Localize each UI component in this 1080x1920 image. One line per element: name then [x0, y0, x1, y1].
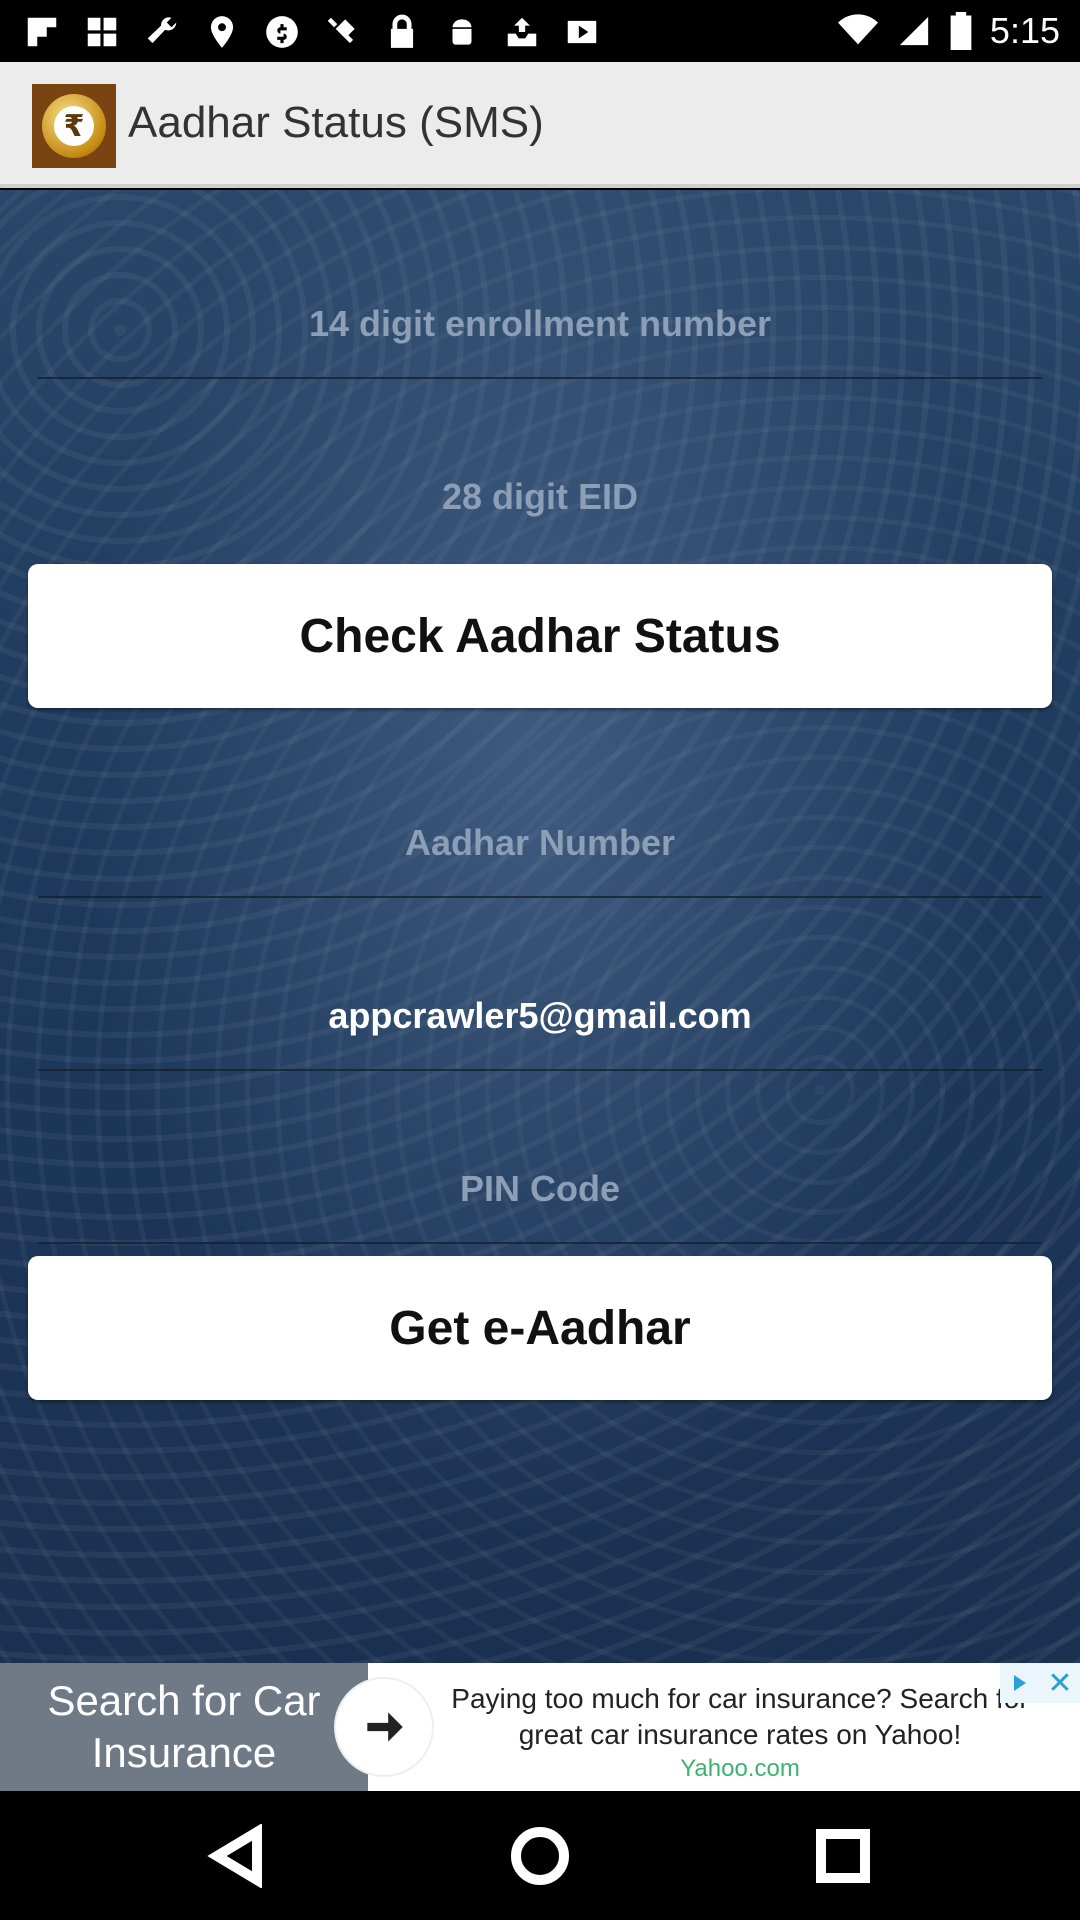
aadhar-number-placeholder: Aadhar Number: [404, 822, 676, 863]
aadhar-number-field[interactable]: Aadhar Number: [38, 788, 1042, 898]
inbox-tray-icon: [502, 12, 542, 52]
circle-dollar-icon: [262, 12, 302, 52]
signal-icon: [899, 16, 929, 46]
pin-code-field[interactable]: PIN Code: [38, 1134, 1042, 1244]
close-icon[interactable]: ✕: [1040, 1663, 1080, 1703]
ad-banner[interactable]: Search for Car Insurance Paying too much…: [0, 1663, 1080, 1791]
main-form: 14 digit enrollment number 28 digit EID …: [0, 190, 1080, 1663]
battery-icon: [950, 12, 972, 50]
pin-code-placeholder: PIN Code: [459, 1168, 620, 1209]
play-store-icon: [562, 12, 602, 52]
android-icon: [442, 12, 482, 52]
rupee-coin-icon: ₹: [32, 84, 116, 168]
field-underline: [38, 896, 1042, 898]
ad-headline[interactable]: Search for Car Insurance: [0, 1663, 368, 1791]
get-e-aadhar-button[interactable]: Get e-Aadhar: [28, 1256, 1052, 1400]
arrow-right-icon[interactable]: [336, 1679, 432, 1775]
navigation-bar: [0, 1791, 1080, 1920]
check-aadhar-status-label: Check Aadhar Status: [299, 609, 781, 663]
email-field[interactable]: appcrawler5@gmail.com: [38, 961, 1042, 1071]
field-underline: [38, 1242, 1042, 1244]
clock: 5:15: [989, 10, 1060, 51]
wrench-icon: [142, 12, 182, 52]
enrollment-number-field[interactable]: 14 digit enrollment number: [38, 269, 1042, 379]
satellite-icon: [322, 12, 362, 52]
flipboard-icon: [22, 12, 62, 52]
eid-placeholder: 28 digit EID: [441, 476, 639, 517]
recents-square-icon[interactable]: [808, 1821, 878, 1891]
system-status: 5:15: [837, 10, 1060, 52]
ad-body[interactable]: Paying too much for car insurance? Searc…: [440, 1681, 1040, 1785]
email-value: appcrawler5@gmail.com: [328, 995, 752, 1036]
notification-icons: [22, 12, 602, 52]
grid-icon: [82, 12, 122, 52]
ad-body-text: Paying too much for car insurance? Searc…: [451, 1683, 1029, 1750]
enrollment-number-placeholder: 14 digit enrollment number: [308, 303, 772, 344]
field-underline: [38, 377, 1042, 379]
status-bar: 5:15: [0, 0, 1080, 62]
wifi-icon: [837, 14, 878, 45]
eid-field[interactable]: 28 digit EID: [38, 442, 1042, 552]
page-title: Aadhar Status (SMS): [128, 98, 544, 147]
back-triangle-icon[interactable]: [202, 1821, 272, 1891]
app-bar: ₹ Aadhar Status (SMS): [0, 62, 1080, 188]
home-circle-icon[interactable]: [505, 1821, 575, 1891]
ad-choices-icon[interactable]: [1000, 1663, 1040, 1703]
ad-source: Yahoo.com: [680, 1755, 800, 1782]
lock-icon: [382, 12, 422, 52]
fake-gps-icon: [202, 12, 242, 52]
field-underline: [38, 1069, 1042, 1071]
check-aadhar-status-button[interactable]: Check Aadhar Status: [28, 564, 1052, 708]
get-e-aadhar-label: Get e-Aadhar: [389, 1301, 691, 1355]
